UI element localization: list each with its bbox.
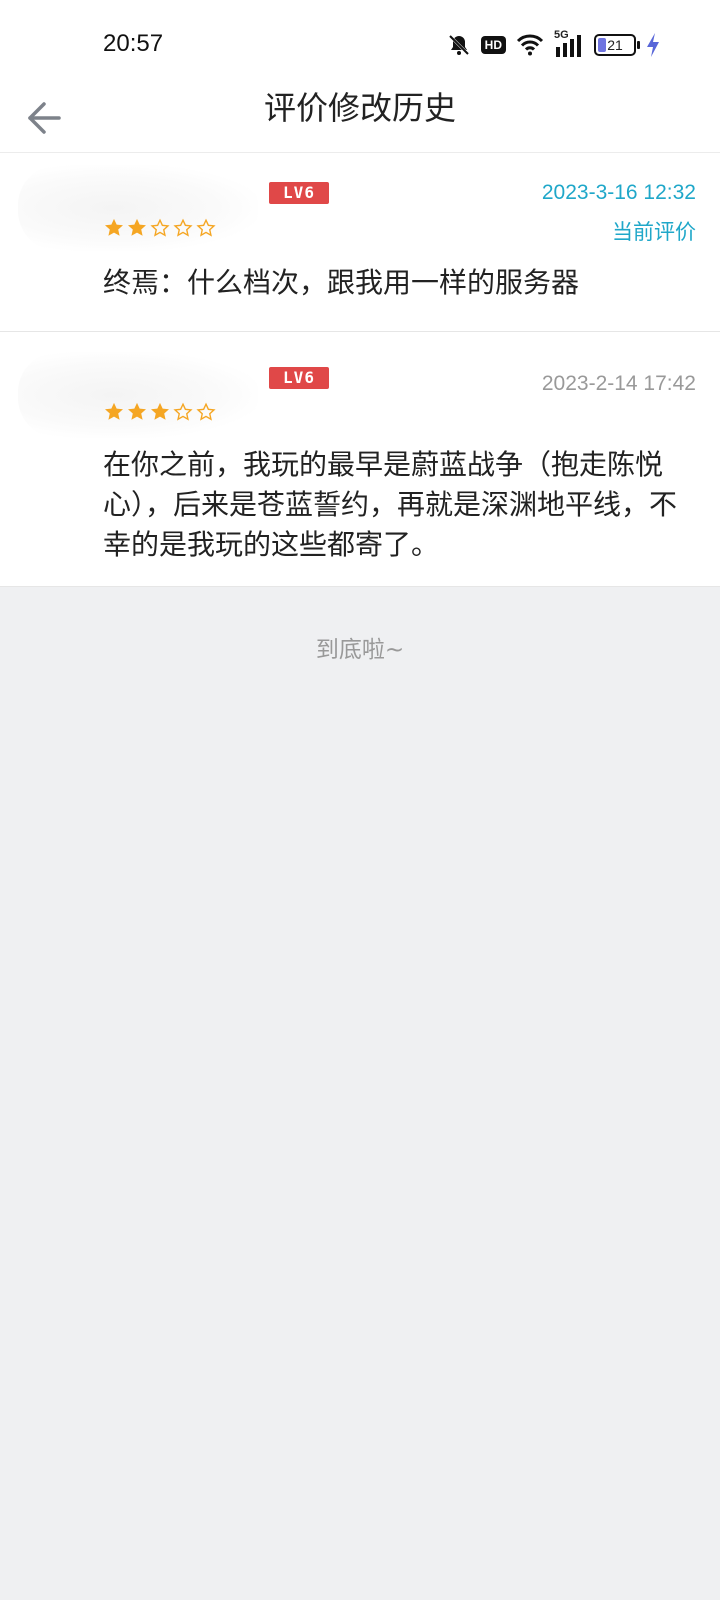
star-outline-icon xyxy=(173,218,193,237)
page-title: 评价修改历史 xyxy=(263,89,456,127)
end-of-list-text: 到底啦~ xyxy=(315,637,405,663)
status-icons: HD 5G 21 xyxy=(447,29,660,60)
current-review-tag: 当前评价 xyxy=(612,220,696,244)
star-icon xyxy=(151,402,169,420)
battery-icon: 21 xyxy=(594,34,640,56)
charging-icon xyxy=(646,33,660,57)
nav-bar: 评价修改历史 xyxy=(0,89,720,153)
review-item: LV6 2023-2-14 17:42 在你之前，我玩的最早是蔚蓝战争（抱走陈悦… xyxy=(0,332,720,587)
avatar[interactable] xyxy=(18,352,258,438)
network-label: 5G xyxy=(554,29,569,41)
review-text: 在你之前，我玩的最早是蔚蓝战争（抱走陈悦心），后来是苍蓝誓约，再就是深渊地平线，… xyxy=(103,448,678,561)
status-bar: 20:57 HD 5G 21 xyxy=(0,0,720,90)
review-time: 2023-2-14 17:42 xyxy=(541,372,696,395)
star-icon xyxy=(128,402,146,420)
star-icon xyxy=(128,218,146,236)
star-icon xyxy=(105,402,123,420)
5g-signal-icon: 5G xyxy=(554,29,584,57)
status-time: 20:57 xyxy=(103,30,164,57)
star-rating xyxy=(103,401,217,423)
mute-bell-icon xyxy=(447,33,471,57)
level-badge: LV6 xyxy=(269,367,329,389)
star-outline-icon xyxy=(150,218,170,237)
hd-icon: HD xyxy=(480,36,506,54)
wifi-icon xyxy=(516,34,544,56)
review-time: 2023-3-16 12:32 xyxy=(541,181,696,204)
review-text: 终焉：什么档次，跟我用一样的服务器 xyxy=(103,266,580,299)
star-outline-icon xyxy=(196,218,216,237)
level-badge: LV6 xyxy=(269,182,329,204)
star-outline-icon xyxy=(196,402,216,421)
battery-level: 21 xyxy=(607,37,623,53)
star-outline-icon xyxy=(173,402,193,421)
review-item: LV6 2023-3-16 12:32 当前评价 终焉：什么档次，跟我用一样的服… xyxy=(0,153,720,332)
review-list: LV6 2023-3-16 12:32 当前评价 终焉：什么档次，跟我用一样的服… xyxy=(0,153,720,587)
star-rating xyxy=(103,217,217,239)
star-icon xyxy=(105,218,123,236)
